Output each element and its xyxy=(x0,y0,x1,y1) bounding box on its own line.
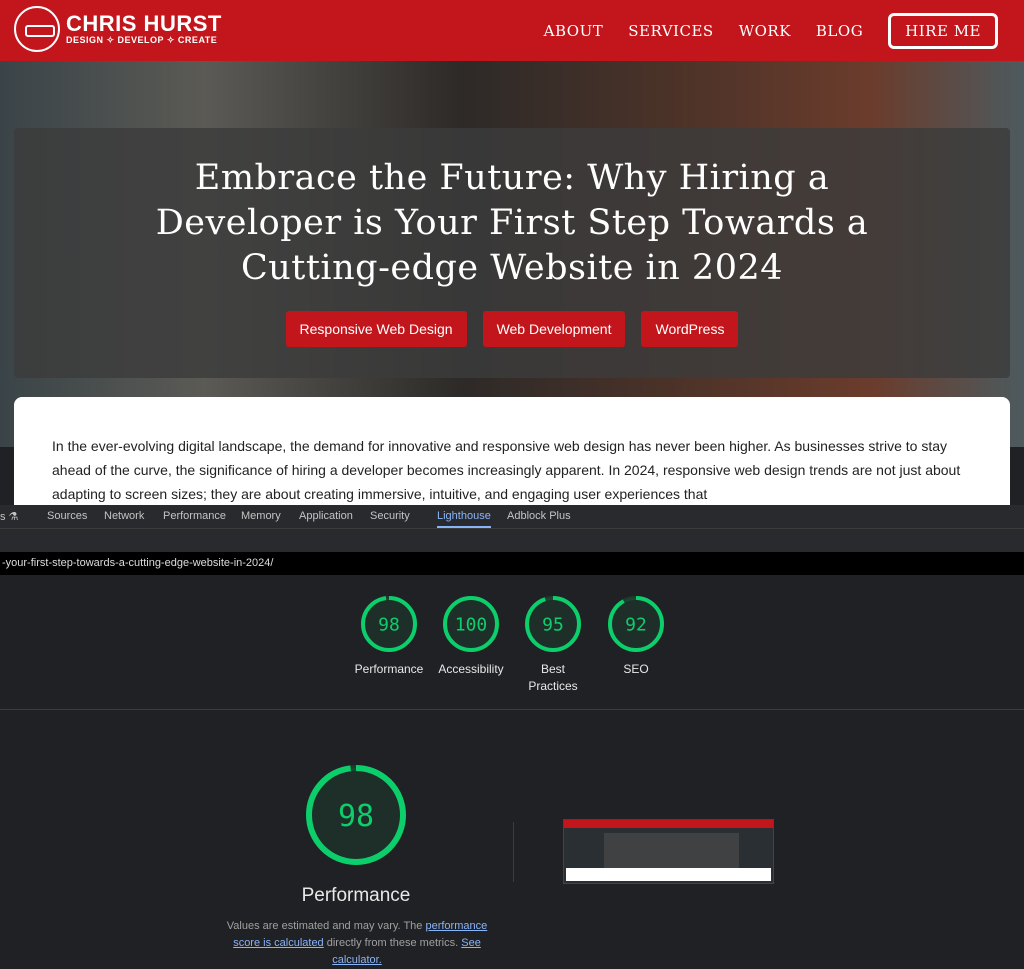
audited-url: -your-first-step-towards-a-cutting-edge-… xyxy=(0,552,1024,575)
main-performance-gauge: 98 Performance xyxy=(256,763,456,907)
gauge-accessibility[interactable]: 100 Accessibility xyxy=(431,595,511,678)
hero-image: Embrace the Future: Why Hiring a Develope… xyxy=(0,61,1024,447)
tag-responsive-web-design[interactable]: Responsive Web Design xyxy=(285,311,467,347)
logo[interactable]: CHRIS HURST DESIGN ✧ DEVELOP ✧ CREATE xyxy=(14,6,222,52)
gauge-value: 98 xyxy=(378,614,400,635)
gauge-performance[interactable]: 98 Performance xyxy=(349,595,429,678)
tag-wordpress[interactable]: WordPress xyxy=(641,311,739,347)
logo-tagline: DESIGN ✧ DEVELOP ✧ CREATE xyxy=(66,34,218,45)
site-header: CHRIS HURST DESIGN ✧ DEVELOP ✧ CREATE ABO… xyxy=(0,0,1024,61)
tag-web-development[interactable]: Web Development xyxy=(482,311,626,347)
tab-network[interactable]: Network xyxy=(104,510,144,522)
gauge-value: 95 xyxy=(542,614,564,635)
logo-name: CHRIS HURST xyxy=(66,10,222,36)
main-nav: ABOUT SERVICES WORK BLOG HIRE ME xyxy=(544,13,998,49)
tab-sources[interactable]: Sources xyxy=(47,510,87,522)
gauge-seo[interactable]: 92 SEO xyxy=(596,595,676,678)
hero-overlay: Embrace the Future: Why Hiring a Develope… xyxy=(14,128,1010,378)
gauge-value: 98 xyxy=(338,799,374,834)
divider xyxy=(513,822,514,882)
main-gauge-label: Performance xyxy=(301,885,411,906)
tab-performance[interactable]: Performance xyxy=(163,510,226,522)
gauge-label: Performance xyxy=(354,662,424,676)
devtools-tabbar: s ⚗ Sources Network Performance Memory A… xyxy=(0,505,1024,529)
score-note: Values are estimated and may vary. The p… xyxy=(226,920,488,966)
nav-blog[interactable]: BLOG xyxy=(816,22,863,40)
tab-memory[interactable]: Memory xyxy=(241,510,281,522)
tab-security[interactable]: Security xyxy=(370,510,410,522)
tab-lighthouse[interactable]: Lighthouse xyxy=(437,510,491,528)
hire-me-button[interactable]: HIRE ME xyxy=(888,13,998,49)
tab-application[interactable]: Application xyxy=(299,510,353,522)
gauge-label: Accessibility xyxy=(438,662,504,676)
lighthouse-toolbar xyxy=(0,529,1024,552)
article-text: In the ever-evolving digital landscape, … xyxy=(52,438,961,502)
nav-about[interactable]: ABOUT xyxy=(544,22,604,40)
avatar-logo-icon xyxy=(14,6,60,52)
gauge-best-practices[interactable]: 95 Best Practices xyxy=(513,595,593,695)
page-title: Embrace the Future: Why Hiring a Develope… xyxy=(155,158,869,288)
nav-work[interactable]: WORK xyxy=(739,22,791,40)
page-screenshot-thumbnail[interactable] xyxy=(563,819,774,884)
gauge-label: SEO xyxy=(623,662,649,676)
gauge-label: Best Practices xyxy=(528,662,578,693)
tab-adblock-plus[interactable]: Adblock Plus xyxy=(507,510,571,522)
tab-experiments[interactable]: s ⚗ xyxy=(0,510,18,523)
gauge-value: 100 xyxy=(455,614,488,635)
nav-services[interactable]: SERVICES xyxy=(628,22,713,40)
article-card: In the ever-evolving digital landscape, … xyxy=(14,397,1010,505)
gauge-value: 92 xyxy=(625,614,647,635)
score-summary: 98 Performance 100 Accessibility 95 Best Prac… xyxy=(0,575,1024,710)
